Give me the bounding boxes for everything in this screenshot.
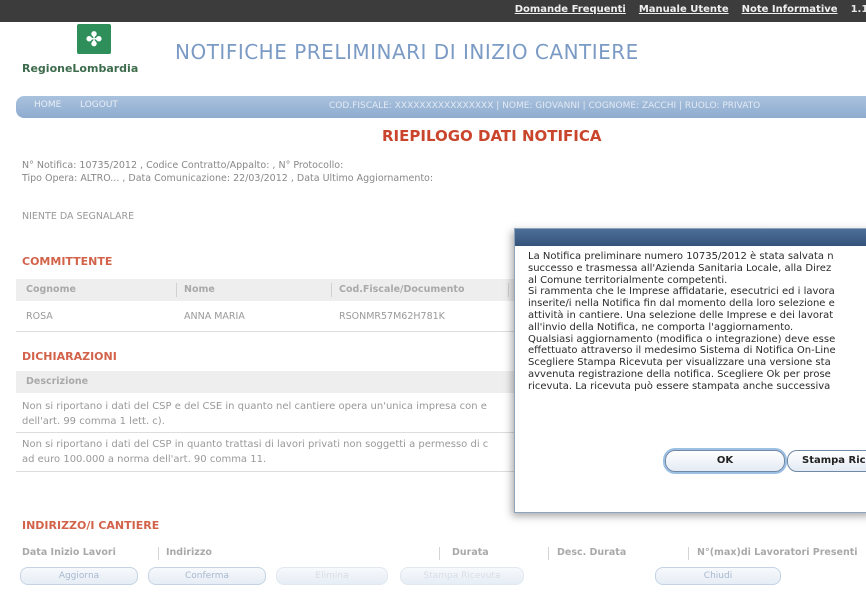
ok-button[interactable]: OK — [665, 450, 785, 472]
committente-title: COMMITTENTE — [22, 255, 113, 268]
chiudi-button[interactable]: Chiudi — [655, 567, 781, 585]
notification-meta-line-2: Tipo Opera: ALTRO... , Data Comunicazion… — [22, 173, 434, 184]
user-manual-link[interactable]: Manuale Utente — [639, 4, 729, 15]
elimina-button[interactable]: Elimina — [276, 567, 388, 585]
dichiarazione-2-line-2: ad euro 100.000 a norma dell'art. 90 com… — [22, 454, 267, 465]
notification-meta-line-1: N° Notifica: 10735/2012 , Codice Contrat… — [22, 160, 344, 171]
dialog-print-receipt-button[interactable]: Stampa Ricev — [787, 450, 866, 472]
col-nome: Nome — [184, 284, 215, 295]
indirizzo-title: INDIRIZZO/I CANTIERE — [22, 519, 160, 532]
dichiarazione-1-line-1: Non si riportano i dati del CSP e del CS… — [22, 401, 487, 412]
col-divider — [176, 283, 177, 297]
regione-lombardia-rose-icon: ✤ — [77, 24, 111, 54]
dialog-message: La Notifica preliminare numero 10735/201… — [528, 251, 836, 392]
col-max-lavoratori: N°(max)di Lavoratori Presenti — [697, 547, 858, 558]
nome-value: ANNA MARIA — [184, 311, 245, 322]
cognome-value: ROSA — [26, 311, 53, 322]
logout-button[interactable]: LOGOUT — [80, 100, 118, 110]
col-divider — [439, 547, 440, 560]
col-desc-durata: Desc. Durata — [557, 547, 627, 558]
col-cognome: Cognome — [26, 284, 76, 295]
version-label: 1.13.3 — [850, 4, 866, 15]
logo-text: RegioneLombardia — [22, 62, 139, 75]
col-data-inizio: Data Inizio Lavori — [22, 547, 116, 558]
regione-lombardia-logo: ✤ RegioneLombardia — [22, 24, 140, 80]
col-divider — [508, 283, 509, 297]
niente-da-segnalare: NIENTE DA SEGNALARE — [22, 211, 135, 222]
aggiorna-button[interactable]: Aggiorna — [20, 567, 138, 585]
top-bar: Domande Frequenti Manuale Utente Note In… — [0, 0, 866, 22]
col-indirizzo: Indirizzo — [166, 547, 212, 558]
col-durata: Durata — [452, 547, 489, 558]
app-title: NOTIFICHE PRELIMINARI DI INIZIO CANTIERE — [175, 40, 639, 64]
nav-bar: HOME LOGOUT COD.FISCALE: XXXXXXXXXXXXXXX… — [16, 96, 866, 118]
col-divider — [548, 547, 549, 560]
col-cod-fiscale: Cod.Fiscale/Documento — [339, 284, 465, 295]
col-divider — [331, 283, 332, 297]
conferma-button[interactable]: Conferma — [148, 567, 266, 585]
col-divider — [688, 547, 689, 560]
faq-link[interactable]: Domande Frequenti — [515, 4, 626, 15]
page-heading: RIEPILOGO DATI NOTIFICA — [382, 127, 602, 145]
dichiarazioni-title: DICHIARAZIONI — [22, 350, 117, 363]
cod-fiscale-value: RSONMR57M62H781K — [339, 311, 445, 322]
dichiarazione-1-line-2: dell'art. 99 comma 1 lett. c). — [22, 416, 165, 427]
user-info: COD.FISCALE: XXXXXXXXXXXXXXXX | NOME: GI… — [329, 101, 761, 111]
col-divider — [158, 547, 159, 560]
stampa-ricevuta-button[interactable]: Stampa Ricevuta — [400, 567, 524, 585]
info-notes-link[interactable]: Note Informative — [742, 4, 838, 15]
home-button[interactable]: HOME — [34, 100, 61, 110]
confirmation-dialog: La Notifica preliminare numero 10735/201… — [514, 228, 866, 513]
dichiarazione-2-line-1: Non si riportano i dati del CSP in quant… — [22, 439, 489, 450]
dialog-title-bar — [515, 229, 866, 246]
col-descrizione: Descrizione — [26, 376, 89, 387]
